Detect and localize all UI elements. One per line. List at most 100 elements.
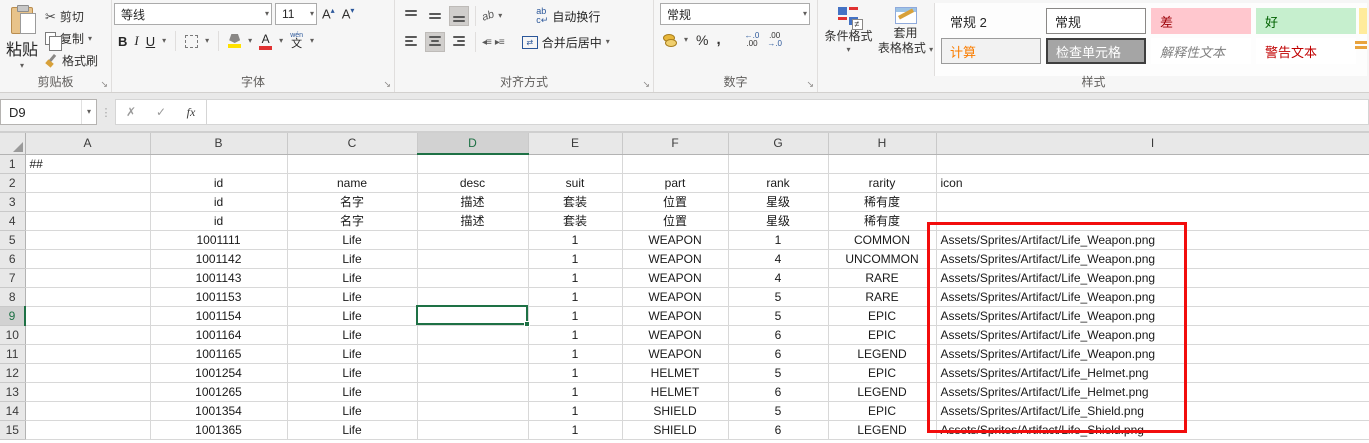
cell-C8[interactable]: Life [287, 287, 417, 306]
cell-C5[interactable]: Life [287, 230, 417, 249]
cell-D4[interactable]: 描述 [417, 211, 528, 230]
wrap-text-button[interactable]: 自动换行 [552, 8, 600, 25]
cell-I7[interactable]: Assets/Sprites/Artifact/Life_Weapon.png [936, 268, 1369, 287]
row-header-6[interactable]: 6 [0, 249, 25, 268]
cell-C15[interactable]: Life [287, 420, 417, 439]
font-color-dropdown-arrow[interactable]: ▾ [279, 37, 283, 45]
cell-I13[interactable]: Assets/Sprites/Artifact/Life_Helmet.png [936, 382, 1369, 401]
row-header-11[interactable]: 11 [0, 344, 25, 363]
style-cell-check[interactable]: 检查单元格 [1046, 38, 1146, 64]
cell-C14[interactable]: Life [287, 401, 417, 420]
style-cell-normal2[interactable]: 常规 2 [941, 8, 1041, 34]
copy-button[interactable]: 复制 ▾ [42, 29, 101, 48]
cell-H12[interactable]: EPIC [828, 363, 936, 382]
align-bottom-button[interactable] [449, 6, 469, 26]
merge-center-button[interactable]: 合并后居中 [542, 34, 602, 51]
cell-D12[interactable] [417, 363, 528, 382]
style-cell-normal[interactable]: 常规 [1046, 8, 1146, 34]
number-format-combo[interactable]: 常规 ▾ [660, 3, 810, 25]
cell-B15[interactable]: 1001365 [150, 420, 287, 439]
cell-E11[interactable]: 1 [528, 344, 622, 363]
cell-E12[interactable]: 1 [528, 363, 622, 382]
cell-G13[interactable]: 6 [728, 382, 828, 401]
cell-F2[interactable]: part [622, 173, 728, 192]
cell-C4[interactable]: 名字 [287, 211, 417, 230]
row-header-7[interactable]: 7 [0, 268, 25, 287]
cell-C2[interactable]: name [287, 173, 417, 192]
row-header-2[interactable]: 2 [0, 173, 25, 192]
cell-F4[interactable]: 位置 [622, 211, 728, 230]
cell-A2[interactable] [25, 173, 150, 192]
cell-I3[interactable] [936, 192, 1369, 211]
row-header-3[interactable]: 3 [0, 192, 25, 211]
cell-F11[interactable]: WEAPON [622, 344, 728, 363]
cell-F10[interactable]: WEAPON [622, 325, 728, 344]
row-header-5[interactable]: 5 [0, 230, 25, 249]
increase-font-button[interactable]: A▴ [320, 6, 337, 21]
cell-G5[interactable]: 1 [728, 230, 828, 249]
cell-G8[interactable]: 5 [728, 287, 828, 306]
cell-H15[interactable]: LEGEND [828, 420, 936, 439]
cell-D15[interactable] [417, 420, 528, 439]
format-painter-button[interactable]: 格式刷 [42, 51, 101, 70]
borders-dropdown-arrow[interactable]: ▾ [205, 37, 209, 45]
conditional-formatting-dropdown-arrow[interactable]: ▾ [846, 46, 850, 54]
row-header-12[interactable]: 12 [0, 363, 25, 382]
cell-G2[interactable]: rank [728, 173, 828, 192]
cell-B10[interactable]: 1001164 [150, 325, 287, 344]
cell-I14[interactable]: Assets/Sprites/Artifact/Life_Shield.png [936, 401, 1369, 420]
cell-E1[interactable] [528, 154, 622, 173]
cell-H8[interactable]: RARE [828, 287, 936, 306]
align-right-button[interactable] [449, 32, 469, 52]
cell-B5[interactable]: 1001111 [150, 230, 287, 249]
style-cell-good[interactable]: 好 [1256, 8, 1356, 34]
cell-B4[interactable]: id [150, 211, 287, 230]
cell-I15[interactable]: Assets/Sprites/Artifact/Life_Shield.png [936, 420, 1369, 439]
cell-B13[interactable]: 1001265 [150, 382, 287, 401]
cell-E15[interactable]: 1 [528, 420, 622, 439]
cell-F12[interactable]: HELMET [622, 363, 728, 382]
cell-D6[interactable] [417, 249, 528, 268]
cell-G7[interactable]: 4 [728, 268, 828, 287]
row-header-14[interactable]: 14 [0, 401, 25, 420]
cell-F15[interactable]: SHIELD [622, 420, 728, 439]
orientation-dropdown-arrow[interactable]: ▾ [498, 12, 502, 20]
accounting-format-button[interactable] [662, 33, 676, 46]
conditional-formatting-button[interactable]: ≠ 条件格式 ▾ [820, 3, 877, 76]
cell-E2[interactable]: suit [528, 173, 622, 192]
cell-E4[interactable]: 套装 [528, 211, 622, 230]
cell-I1[interactable] [936, 154, 1369, 173]
cell-G4[interactable]: 星级 [728, 211, 828, 230]
row-header-9[interactable]: 9 [0, 306, 25, 325]
cell-I2[interactable]: icon [936, 173, 1369, 192]
percent-style-button[interactable]: % [696, 32, 708, 48]
cell-H9[interactable]: EPIC [828, 306, 936, 325]
cell-G10[interactable]: 6 [728, 325, 828, 344]
cell-H10[interactable]: EPIC [828, 325, 936, 344]
cell-D14[interactable] [417, 401, 528, 420]
cell-C13[interactable]: Life [287, 382, 417, 401]
cell-A15[interactable] [25, 420, 150, 439]
name-box-dropdown-arrow[interactable]: ▾ [81, 100, 96, 124]
cell-B3[interactable]: id [150, 192, 287, 211]
merge-center-dropdown-arrow[interactable]: ▾ [606, 38, 610, 46]
cell-E6[interactable]: 1 [528, 249, 622, 268]
cell-A7[interactable] [25, 268, 150, 287]
cell-I8[interactable]: Assets/Sprites/Artifact/Life_Weapon.png [936, 287, 1369, 306]
font-size-combo[interactable]: 11 ▾ [275, 3, 317, 25]
cell-F5[interactable]: WEAPON [622, 230, 728, 249]
cell-A8[interactable] [25, 287, 150, 306]
alignment-dialog-launcher[interactable]: ↘ [642, 80, 650, 89]
font-name-dropdown-arrow[interactable]: ▾ [261, 10, 269, 18]
cell-C1[interactable] [287, 154, 417, 173]
decrease-indent-button[interactable]: ◂≡ [482, 37, 491, 48]
increase-indent-button[interactable]: ▸≡ [495, 37, 504, 48]
column-header-H[interactable]: H [828, 133, 936, 154]
orientation-button[interactable]: ab [480, 8, 496, 23]
accounting-dropdown-arrow[interactable]: ▾ [684, 36, 688, 44]
cell-F7[interactable]: WEAPON [622, 268, 728, 287]
cell-I12[interactable]: Assets/Sprites/Artifact/Life_Helmet.png [936, 363, 1369, 382]
cell-D8[interactable] [417, 287, 528, 306]
bold-button[interactable]: B [118, 34, 127, 49]
font-name-combo[interactable]: 等线 ▾ [114, 3, 272, 25]
